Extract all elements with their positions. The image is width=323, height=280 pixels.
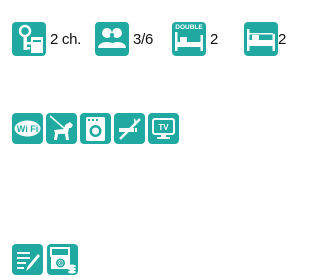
payment-cheque-money-icon: © xyxy=(47,244,78,275)
registration-form-icon xyxy=(12,244,43,275)
capacity-row: 2 ch. 3/6 DOUBLE 2 2 xyxy=(12,22,286,56)
single-bed-icon xyxy=(244,22,279,56)
guests-count: 3/6 xyxy=(133,30,153,48)
pets-allowed-icon xyxy=(46,113,77,144)
washing-machine-icon xyxy=(80,113,111,144)
bedrooms-item: 2 ch. xyxy=(12,22,81,56)
amenities-row: Wi Fi TV xyxy=(12,113,182,144)
tv-icon: TV xyxy=(148,113,179,144)
key-bedroom-icon xyxy=(12,22,46,56)
double-badge-text: DOUBLE xyxy=(175,24,203,31)
single-bed-item: 2 xyxy=(244,22,286,56)
tv-text: TV xyxy=(158,123,169,132)
services-row: © xyxy=(12,244,82,275)
euro-symbol: © xyxy=(58,259,64,268)
wifi-icon: Wi Fi xyxy=(12,113,43,144)
single-bed-count: 2 xyxy=(278,30,287,48)
wifi-text: Wi Fi xyxy=(17,124,38,134)
guests-item: 3/6 xyxy=(95,22,153,56)
double-bed-count: 2 xyxy=(209,30,219,48)
double-bed-item: DOUBLE 2 xyxy=(171,22,219,56)
bedrooms-count: 2 ch. xyxy=(50,30,82,48)
no-smoking-icon xyxy=(114,113,145,144)
double-bed-icon: DOUBLE xyxy=(171,22,206,56)
people-icon xyxy=(95,22,130,56)
